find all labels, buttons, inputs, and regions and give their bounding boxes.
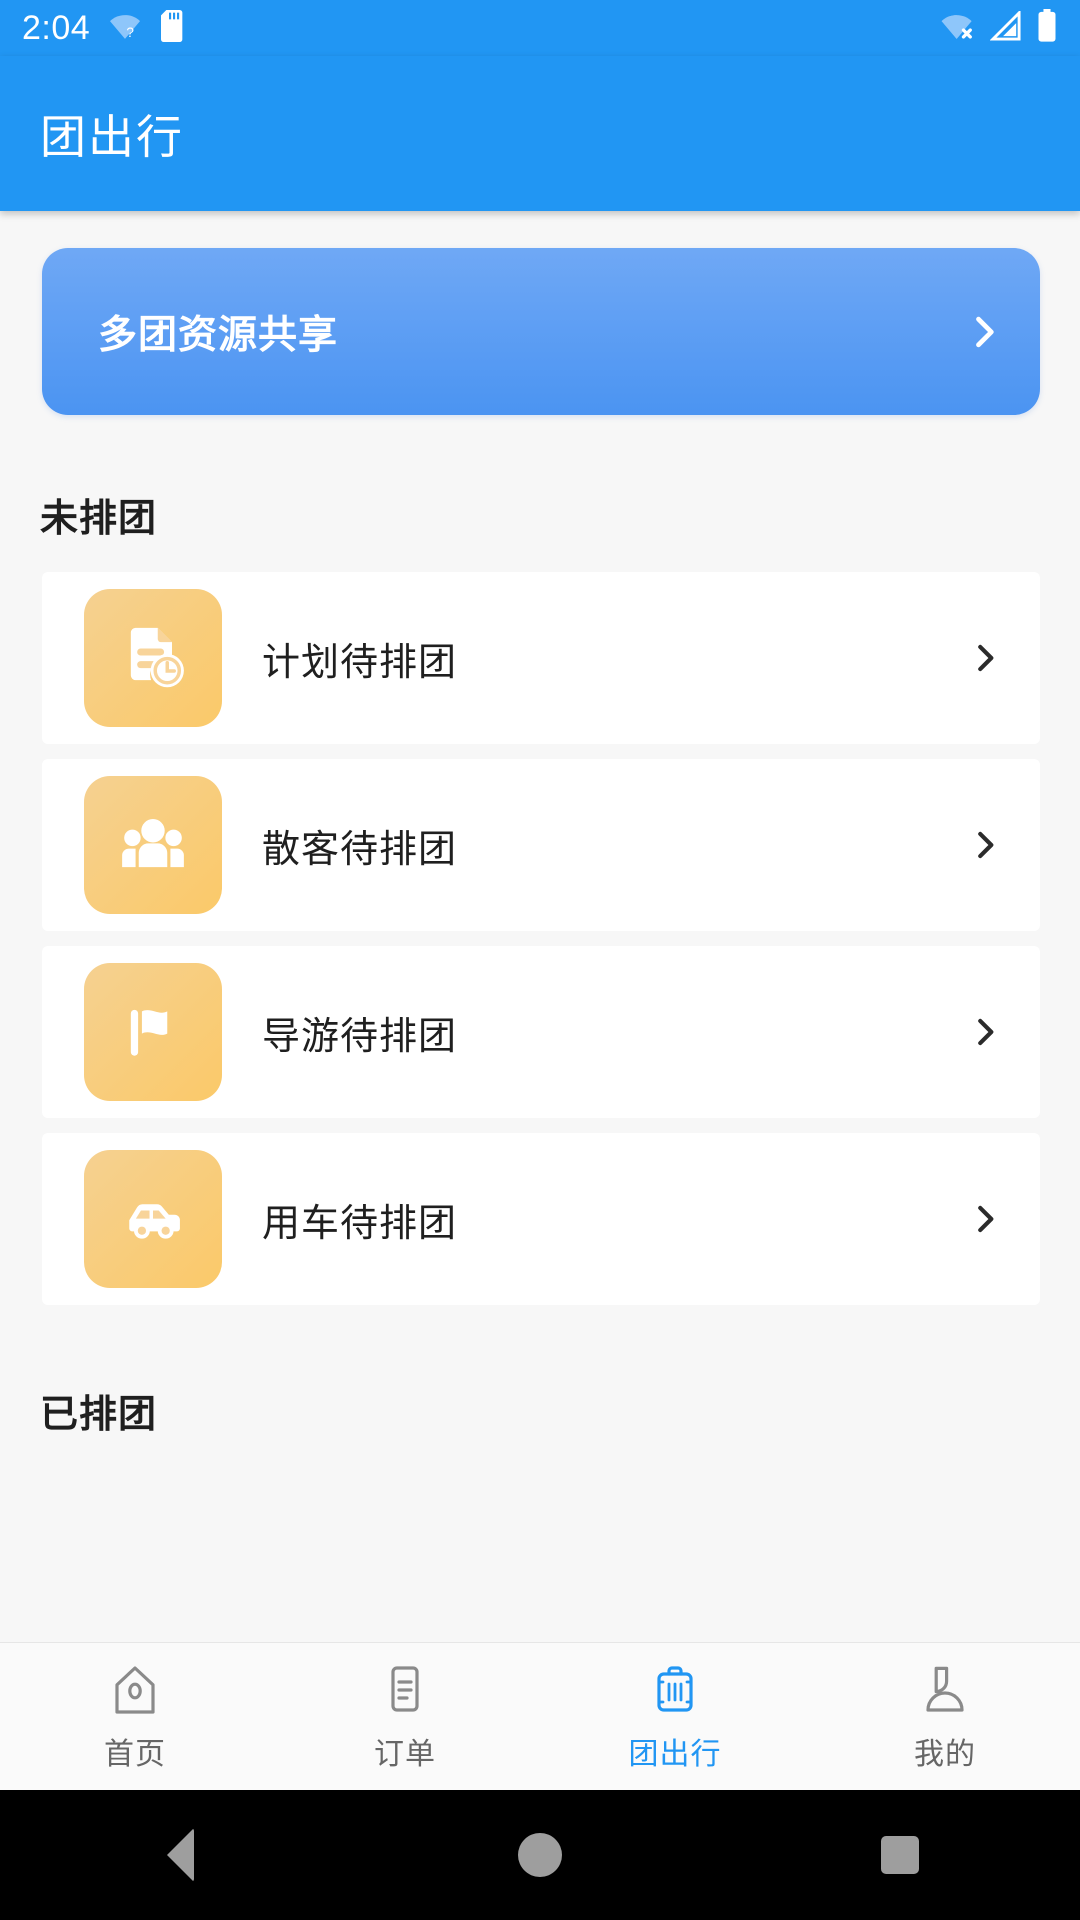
list-item-guide-pending[interactable]: 导游待排团 [42,946,1040,1118]
wifi-question-icon: ? [108,11,142,46]
chevron-right-icon [966,1200,1004,1238]
tab-orders[interactable]: 订单 [270,1643,540,1790]
chevron-right-icon [966,639,1004,677]
status-bar: 2:04 ? [0,0,1080,56]
section-title-assigned: 已排团 [40,1394,158,1436]
home-icon [107,1661,163,1719]
home-button[interactable] [360,1833,720,1877]
back-triangle-icon [166,1828,194,1882]
status-clock: 2:04 [22,9,91,47]
document-clock-icon [84,589,222,727]
list-item-fit-pending[interactable]: 散客待排团 [42,759,1040,931]
tab-label: 首页 [104,1737,166,1771]
app-bar: 团出行 [0,56,1080,211]
svg-text:?: ? [127,24,135,39]
unassigned-group-list: 计划待排团 散客待排团 导游待排团 用车待排团 [0,572,1080,1305]
recents-square-icon [881,1836,919,1874]
list-item-label: 用车待排团 [262,1202,458,1245]
section-title-unassigned: 未排团 [40,498,158,540]
system-navigation-bar [0,1790,1080,1920]
bottom-tab-bar: 首页 订单 团出行 我的 [0,1642,1080,1790]
app-screen: 2:04 ? 团出行 多团资源共享 未排团 计划待排团 散客待排团 导游待排团 … [0,0,1080,1920]
status-bar-left: 2:04 ? [22,9,186,47]
car-icon [84,1150,222,1288]
tab-home[interactable]: 首页 [0,1643,270,1790]
people-group-icon [84,776,222,914]
tab-group-travel[interactable]: 团出行 [540,1643,810,1790]
person-icon [917,1661,973,1719]
list-item-label: 计划待排团 [262,641,458,684]
suitcase-icon [647,1661,703,1719]
battery-full-icon [1036,8,1058,48]
recents-button[interactable] [720,1836,1080,1874]
tab-label: 我的 [914,1737,976,1771]
sd-card-icon [160,9,186,47]
tab-profile[interactable]: 我的 [810,1643,1080,1790]
banner-title: 多团资源共享 [98,313,339,357]
chevron-right-icon [962,310,1006,354]
chevron-right-icon [966,1013,1004,1051]
flag-icon [84,963,222,1101]
list-item-vehicle-pending[interactable]: 用车待排团 [42,1133,1040,1305]
back-button[interactable] [0,1828,360,1882]
cellular-signal-icon [989,8,1022,46]
tab-label: 团出行 [628,1737,722,1771]
wifi-off-icon [940,11,976,46]
status-bar-right [940,8,1058,48]
order-list-icon [377,1661,433,1719]
page-title: 团出行 [40,110,184,163]
tab-label: 订单 [374,1737,436,1771]
home-circle-icon [518,1833,562,1877]
list-item-plan-pending[interactable]: 计划待排团 [42,572,1040,744]
list-item-label: 散客待排团 [262,828,458,871]
list-item-label: 导游待排团 [262,1015,458,1058]
resource-sharing-banner[interactable]: 多团资源共享 [42,248,1040,415]
chevron-right-icon [966,826,1004,864]
